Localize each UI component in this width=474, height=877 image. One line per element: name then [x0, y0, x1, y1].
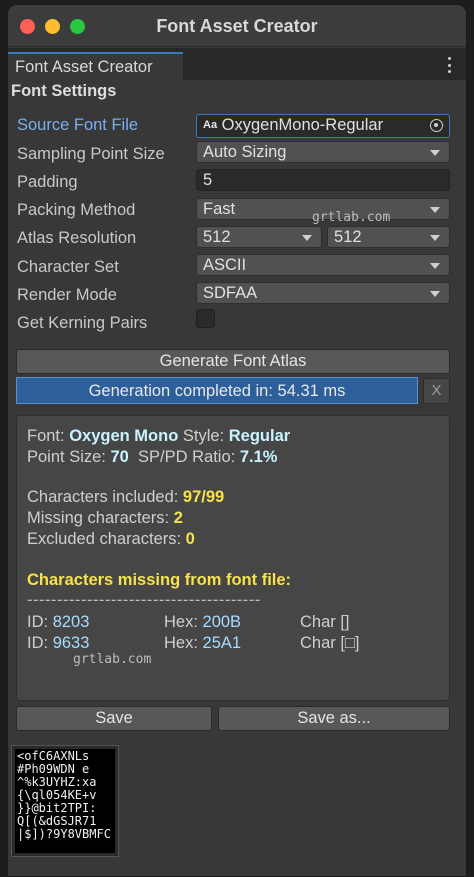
sampling-point-size-dropdown[interactable]: Auto Sizing — [196, 141, 450, 163]
style-value: Regular — [228, 427, 291, 445]
point-size-label: Point Size: — [27, 448, 106, 466]
point-size-value: 70 — [110, 448, 129, 466]
sampling-point-size-label: Sampling Point Size — [17, 145, 165, 163]
padding-label: Padding — [17, 173, 78, 191]
characters-included-value: 97/99 — [182, 488, 225, 506]
chevron-down-icon — [430, 235, 440, 241]
missing-row-hex: Hex: 25A1 — [164, 634, 241, 653]
source-font-file-label: Source Font File — [17, 116, 139, 134]
divider: --------------------------------------- — [27, 591, 261, 609]
clear-progress-button[interactable]: X — [423, 378, 450, 404]
atlas-width-value: 512 — [203, 228, 231, 246]
atlas-resolution-label: Atlas Resolution — [17, 229, 137, 247]
render-mode-dropdown[interactable]: SDFAA — [196, 282, 450, 304]
atlas-height-dropdown[interactable]: 512 — [327, 226, 450, 248]
render-mode-value: SDFAA — [203, 284, 258, 302]
render-mode-label: Render Mode — [17, 286, 117, 304]
packing-method-label: Packing Method — [17, 201, 136, 219]
hex-value: 25A1 — [202, 634, 242, 652]
character-set-label: Character Set — [17, 258, 119, 276]
missing-row-id: ID: 9633 — [27, 634, 89, 653]
watermark: grtlab.com — [73, 652, 152, 667]
atlas-height-value: 512 — [334, 228, 362, 246]
missing-row-char: Char [] — [300, 613, 350, 631]
missing-row-hex: Hex: 200B — [164, 613, 241, 632]
hex-label: Hex: — [164, 634, 198, 652]
window-title: Font Asset Creator — [156, 16, 318, 36]
font-info-line: Font: Oxygen Mono Style: Regular — [27, 427, 290, 446]
watermark: grtlab.com — [312, 210, 391, 225]
missing-row-char: Char [□] — [300, 634, 360, 652]
hex-label: Hex: — [164, 613, 198, 631]
ratio-label: SP/PD Ratio: — [138, 448, 236, 466]
tab-font-asset-creator[interactable]: Font Asset Creator — [8, 52, 183, 80]
chevron-down-icon — [430, 207, 440, 213]
source-font-file-value: OxygenMono-Regular — [221, 116, 384, 134]
chevron-down-icon — [302, 235, 312, 241]
packing-method-value: Fast — [203, 200, 236, 218]
chevron-down-icon — [430, 291, 440, 297]
excluded-characters-value: 0 — [185, 530, 195, 548]
generation-progress-bar: Generation completed in: 54.31 ms — [16, 377, 418, 404]
tab-bar: Font Asset Creator — [8, 48, 466, 80]
generate-font-atlas-button[interactable]: Generate Font Atlas — [16, 349, 450, 374]
chevron-down-icon — [430, 150, 440, 156]
font-atlas-preview: <ofC6AXΝLs #Ph09WDN e ^%k3UYHZ:xa {\ql05… — [11, 745, 119, 857]
excluded-characters-line: Excluded characters: 0 — [27, 530, 195, 549]
ratio-value: 7.1% — [239, 448, 278, 466]
hex-value: 200B — [202, 613, 242, 631]
font-settings-heading: Font Settings — [11, 82, 117, 100]
missing-row-id: ID: 8203 — [27, 613, 89, 632]
missing-characters-heading: Characters missing from font file: — [27, 571, 292, 589]
id-label: ID: — [27, 634, 49, 652]
title-bar: Font Asset Creator — [8, 5, 466, 47]
chevron-down-icon — [430, 263, 440, 269]
missing-characters-value: 2 — [173, 509, 183, 527]
save-button[interactable]: Save — [16, 706, 212, 731]
excluded-characters-label: Excluded characters: — [27, 530, 182, 548]
character-set-dropdown[interactable]: ASCII — [196, 254, 450, 276]
id-label: ID: — [27, 613, 49, 631]
character-set-value: ASCII — [203, 256, 247, 274]
missing-characters-label: Missing characters: — [27, 509, 170, 527]
progress-text: Generation completed in: 54.31 ms — [88, 382, 346, 400]
get-kerning-pairs-label: Get Kerning Pairs — [17, 314, 148, 332]
padding-input[interactable]: 5 — [196, 169, 450, 191]
atlas-texture: <ofC6AXΝLs #Ph09WDN e ^%k3UYHZ:xa {\ql05… — [15, 749, 115, 853]
style-label: Style: — [182, 427, 225, 445]
object-picker-icon[interactable] — [430, 119, 443, 132]
font-file-icon: Aa — [203, 119, 218, 131]
kebab-menu-icon[interactable] — [446, 56, 452, 74]
id-value: 8203 — [52, 613, 90, 631]
missing-characters-line: Missing characters: 2 — [27, 509, 183, 528]
save-as-button[interactable]: Save as... — [218, 706, 450, 731]
id-value: 9633 — [52, 634, 90, 652]
generation-info-panel: Font: Oxygen Mono Style: Regular Point S… — [16, 415, 450, 701]
characters-included-label: Characters included: — [27, 488, 179, 506]
font-label: Font: — [27, 427, 65, 445]
source-font-file-field[interactable]: Aa OxygenMono-Regular — [196, 114, 450, 138]
atlas-width-dropdown[interactable]: 512 — [196, 226, 322, 248]
sampling-point-size-value: Auto Sizing — [203, 143, 287, 161]
font-name-value: Oxygen Mono — [69, 427, 179, 445]
get-kerning-pairs-checkbox[interactable] — [196, 309, 215, 328]
point-size-line: Point Size: 70 SP/PD Ratio: 7.1% — [27, 448, 277, 467]
characters-included-line: Characters included: 97/99 — [27, 488, 224, 507]
